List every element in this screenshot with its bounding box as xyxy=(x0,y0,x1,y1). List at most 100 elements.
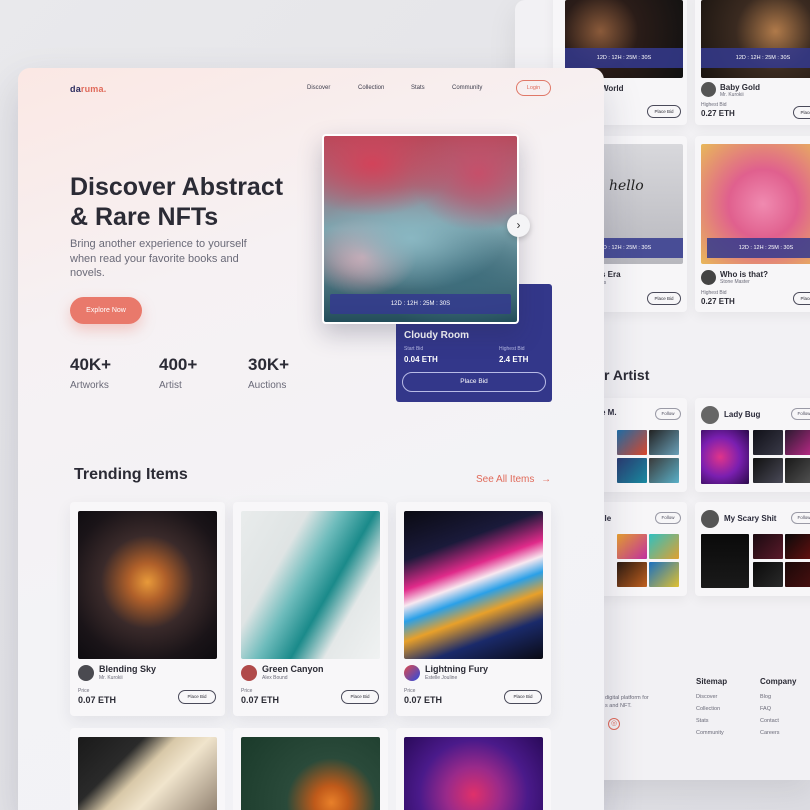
auction-timer: 12D : 12H : 25M : 30S xyxy=(701,48,810,68)
place-bid-button[interactable]: Place Bid xyxy=(793,292,810,305)
trending-item-card[interactable]: Green Canyon Alex Bound Price 0.07 ETH P… xyxy=(233,502,388,716)
avatar xyxy=(241,665,257,681)
company-heading: Company xyxy=(760,677,797,686)
trending-title: Trending Items xyxy=(74,466,188,483)
nft-image xyxy=(241,511,380,659)
trending-item-card[interactable]: Lightning Fury Estelle Jouline Price 0.0… xyxy=(396,502,551,716)
artwork-thumbnail xyxy=(753,458,783,483)
nft-price: 0.07 ETH xyxy=(241,695,280,705)
nft-name: Blending Sky xyxy=(99,664,157,674)
auction-timer: 12D : 12H : 25M : 30S xyxy=(565,48,683,68)
artist-card[interactable]: Lady Bug Follow xyxy=(695,398,810,492)
nft-image xyxy=(241,737,380,810)
price-label: Price xyxy=(78,688,90,694)
explore-now-button[interactable]: Explore Now xyxy=(70,297,142,324)
avatar xyxy=(701,270,716,285)
artwork-thumbnail xyxy=(649,430,679,455)
auction-timer: 12D : 12H : 25M : 30S xyxy=(707,238,810,258)
featured-artwork[interactable]: 12D : 12H : 25M : 30S xyxy=(322,134,519,324)
nav-community[interactable]: Community xyxy=(452,85,482,91)
artist-card[interactable]: My Scary Shit Follow xyxy=(695,502,810,596)
artwork-thumbnail xyxy=(753,562,783,587)
main-page: daruma. Discover Collection Stats Commun… xyxy=(18,68,604,810)
artist-name: Lady Bug xyxy=(724,410,761,419)
trending-item-card[interactable] xyxy=(233,728,388,810)
artwork-thumbnail xyxy=(753,430,783,455)
footer-link[interactable]: Blog xyxy=(760,694,771,700)
nft-image xyxy=(404,511,543,659)
place-bid-button[interactable]: Place Bid xyxy=(402,372,546,392)
footer-link[interactable]: Discover xyxy=(696,694,717,700)
nft-card[interactable]: 12D : 12H : 25M : 30S Who is that? Stone… xyxy=(695,136,810,312)
logo-part: da xyxy=(70,84,81,94)
artwork-thumbnail xyxy=(617,458,647,483)
footer-link[interactable]: Careers xyxy=(760,730,780,736)
place-bid-button[interactable]: Place Bid xyxy=(647,292,681,305)
price-label: Price xyxy=(404,688,416,694)
footer-blurb: digital platform for xyxy=(605,695,649,701)
artwork-thumbnail xyxy=(617,562,647,587)
footer-link[interactable]: Community xyxy=(696,730,724,736)
place-bid-button[interactable]: Place Bid xyxy=(793,106,810,119)
trending-item-card[interactable] xyxy=(70,728,225,810)
footer-link[interactable]: Contact xyxy=(760,718,779,724)
place-bid-button[interactable]: Place Bid xyxy=(178,690,216,704)
stat-label: Auctions xyxy=(248,380,287,391)
trending-item-card[interactable]: Blending Sky Mr. Kurokii Price 0.07 ETH … xyxy=(70,502,225,716)
stat-label: Artist xyxy=(159,380,182,391)
nft-author: Alex Bound xyxy=(262,675,288,681)
place-bid-button[interactable]: Place Bid xyxy=(504,690,542,704)
stat-label: Artworks xyxy=(70,380,109,391)
artwork-thumbnail xyxy=(701,534,749,588)
follow-button[interactable]: Follow xyxy=(791,408,810,420)
nft-name: Lightning Fury xyxy=(425,664,488,674)
artist-name: My Scary Shit xyxy=(724,514,777,523)
nft-image xyxy=(404,737,543,810)
logo[interactable]: daruma. xyxy=(70,84,106,94)
nft-card[interactable]: 12D : 12H : 25M : 30S Baby Gold Mr. Kuro… xyxy=(695,0,810,125)
arrow-right-icon: → xyxy=(541,474,552,485)
nft-price: 0.27 ETH xyxy=(701,109,735,118)
stat-value: 400+ xyxy=(159,355,198,374)
nav-collection[interactable]: Collection xyxy=(358,85,384,91)
start-bid-value: 0.04 ETH xyxy=(404,355,438,364)
price-label: Highest Bid xyxy=(701,290,727,296)
login-button[interactable]: Login xyxy=(516,80,551,96)
artwork-thumbnail xyxy=(649,562,679,587)
footer-link[interactable]: Collection xyxy=(696,706,720,712)
avatar xyxy=(701,510,719,528)
artwork-thumbnail xyxy=(785,562,810,587)
artwork-thumbnail xyxy=(649,534,679,559)
footer-link[interactable]: Stats xyxy=(696,718,709,724)
artwork-thumbnail xyxy=(649,458,679,483)
follow-button[interactable]: Follow xyxy=(655,408,681,420)
nav-stats[interactable]: Stats xyxy=(411,85,425,91)
instagram-icon[interactable]: ◎ xyxy=(608,718,620,730)
nft-price: 0.07 ETH xyxy=(404,695,443,705)
see-all-link[interactable]: See All Items → xyxy=(476,474,551,485)
place-bid-button[interactable]: Place Bid xyxy=(341,690,379,704)
nft-image xyxy=(78,737,217,810)
nft-name: Who is that? xyxy=(720,270,768,279)
nft-author: Mr. Kurokii xyxy=(720,92,744,98)
highest-bid-value: 2.4 ETH xyxy=(499,355,529,364)
hello-text: hello xyxy=(609,178,644,194)
sitemap-heading: Sitemap xyxy=(696,677,728,686)
nft-price: 0.07 ETH xyxy=(78,695,117,705)
see-all-label: See All Items xyxy=(476,474,535,485)
place-bid-button[interactable]: Place Bid xyxy=(647,105,681,118)
next-arrow-icon[interactable]: › xyxy=(507,214,530,237)
follow-button[interactable]: Follow xyxy=(655,512,681,524)
highest-bid-label: Highest Bid xyxy=(499,346,525,352)
footer-link[interactable]: FAQ xyxy=(760,706,771,712)
follow-button[interactable]: Follow xyxy=(791,512,810,524)
nav-discover[interactable]: Discover xyxy=(307,85,330,91)
artwork-thumbnail xyxy=(617,534,647,559)
nft-name: World xyxy=(601,84,624,93)
nft-author: Mr. Kurokii xyxy=(99,675,123,681)
trending-item-card[interactable] xyxy=(396,728,551,810)
artwork-thumbnail xyxy=(785,430,810,455)
nft-name: Green Canyon xyxy=(262,664,324,674)
artwork-thumbnail xyxy=(617,430,647,455)
artwork-thumbnail xyxy=(753,534,783,559)
